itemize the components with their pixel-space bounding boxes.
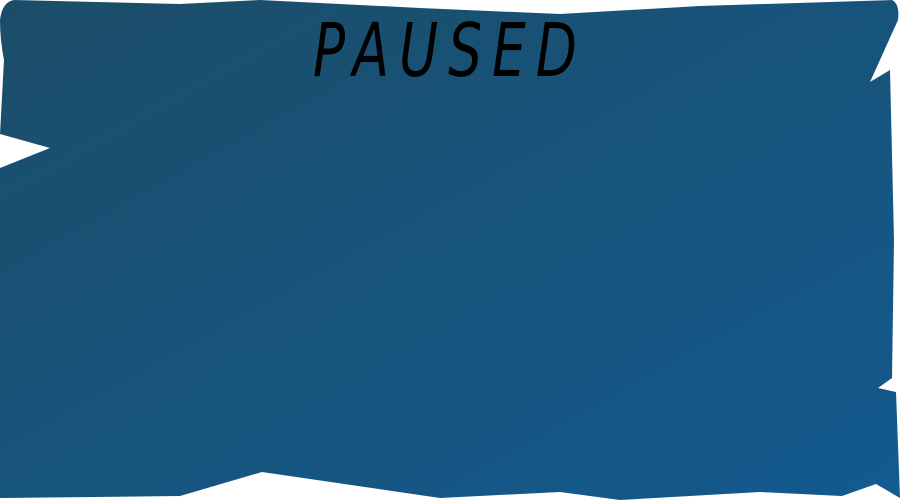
pause-screen: PAUSED <box>0 0 900 500</box>
paused-title: PAUSED <box>313 8 587 94</box>
